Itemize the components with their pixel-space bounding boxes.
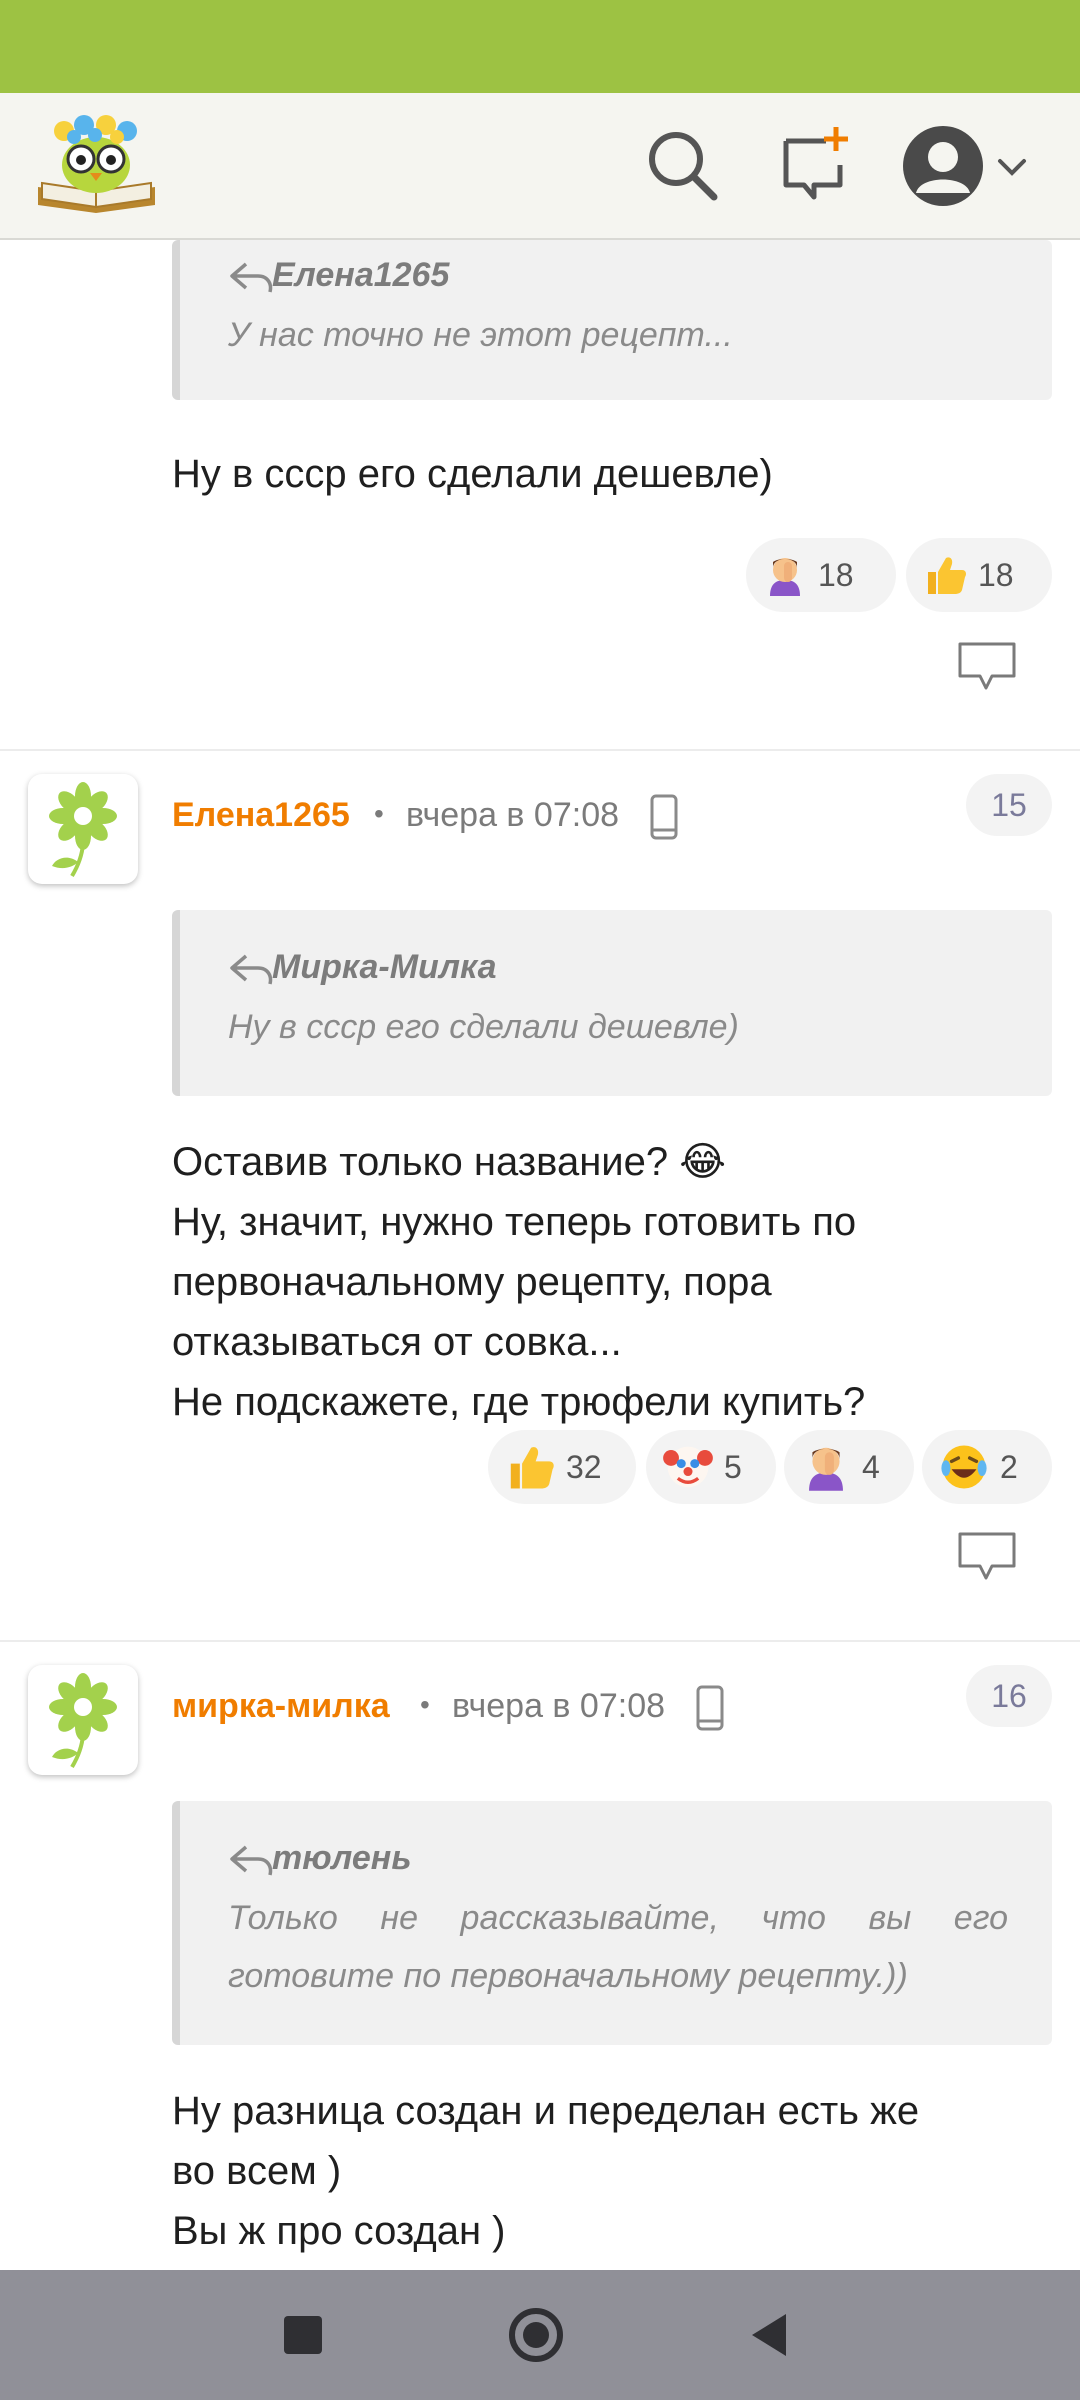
- system-nav-bar: [0, 2270, 1080, 2400]
- quote-author: тюлень: [272, 1839, 412, 1877]
- comment-text-line: Ну разница создан и переделан есть же: [172, 2089, 920, 2133]
- profile-icon: [903, 126, 983, 206]
- reaction-count: 18: [978, 556, 1014, 593]
- book-owl-flowers-logo[interactable]: [34, 109, 159, 219]
- quoted-reply[interactable]: Мирка-Милка Ну в ссср его сделали дешевл…: [172, 910, 1052, 1096]
- comment-text: Оставив только название? 😂 Ну, значит, н…: [172, 1132, 1052, 1432]
- reaction-count: 4: [862, 1448, 880, 1485]
- comment-list: Елена1265 У нас точно не этот рецепт... …: [0, 240, 1080, 2270]
- reaction-count: 2: [1000, 1448, 1018, 1485]
- comment-divider: [0, 1640, 1080, 1642]
- facepalm-emoji: [770, 558, 800, 596]
- comment-text-line: во всем ): [172, 2149, 342, 2193]
- laughing-tears-emoji: [941, 1445, 987, 1489]
- app-bar: [0, 93, 1080, 240]
- facepalm-emoji: [809, 1447, 843, 1491]
- reaction-thumbs-up[interactable]: 18: [906, 538, 1052, 612]
- quote-text: У нас точно не этот рецепт...: [228, 316, 733, 354]
- search-icon: [649, 132, 718, 201]
- avatar[interactable]: [28, 1665, 138, 1775]
- new-message-icon: [783, 127, 848, 200]
- mobile-device-icon: [696, 1685, 724, 1731]
- flower-avatar-icon: [49, 1673, 117, 1769]
- comment-text-line: Оставив только название? 😂: [172, 1140, 726, 1184]
- comment-number[interactable]: 15: [966, 774, 1052, 836]
- new-message-button[interactable]: [770, 121, 860, 211]
- quoted-reply[interactable]: тюлень Только не рассказывайте, что вы е…: [172, 1801, 1052, 2045]
- quoted-reply[interactable]: Елена1265 У нас точно не этот рецепт...: [172, 240, 1052, 400]
- comment-text-line: отказываться от совка...: [172, 1320, 622, 1364]
- meta-separator: •: [420, 1689, 430, 1720]
- reaction-facepalm[interactable]: 18: [746, 538, 896, 612]
- comment-text-line: Не подскажете, где трюфели купить?: [172, 1380, 866, 1424]
- search-button[interactable]: [638, 121, 728, 211]
- reply-button[interactable]: [956, 1530, 1018, 1584]
- comment-text-line: Ну, значит, нужно теперь готовить по: [172, 1200, 857, 1244]
- mobile-device-icon: [650, 794, 678, 840]
- recent-apps-icon[interactable]: [268, 2300, 338, 2370]
- thumbs-up-emoji: [928, 557, 966, 594]
- reaction-count: 32: [566, 1448, 602, 1485]
- status-bar: [0, 0, 1080, 93]
- reply-button[interactable]: [956, 640, 1018, 694]
- quote-text: Только не рассказывайте, что вы его гото…: [228, 1899, 1008, 1995]
- reply-arrow-icon: [230, 262, 273, 293]
- comment-divider: [0, 749, 1080, 751]
- comment-text: Ну в ссср его сделали дешевле): [172, 444, 1052, 504]
- author-name[interactable]: Елена1265: [172, 796, 350, 835]
- comment-text: Ну разница создан и переделан есть же во…: [172, 2081, 1052, 2261]
- back-icon[interactable]: [734, 2300, 804, 2370]
- avatar[interactable]: [28, 774, 138, 884]
- home-icon[interactable]: [501, 2300, 571, 2370]
- comment-time: вчера в 07:08: [452, 1687, 666, 1725]
- comment-text-line: Ну в ссср его сделали дешевле): [172, 452, 773, 496]
- reaction-thumbs-up[interactable]: 32: [488, 1430, 636, 1504]
- comment-text-line: первоначальному рецепту, пора: [172, 1260, 772, 1304]
- comment-number[interactable]: 16: [966, 1665, 1052, 1727]
- flower-avatar-icon: [49, 782, 117, 878]
- author-name[interactable]: мирка-милка: [172, 1687, 390, 1726]
- reaction-facepalm[interactable]: 4: [784, 1430, 914, 1504]
- quote-text: Ну в ссср его сделали дешевле): [228, 1008, 739, 1046]
- reply-arrow-icon: [230, 1845, 273, 1876]
- reaction-clown[interactable]: 5: [646, 1430, 776, 1504]
- thumbs-up-emoji: [510, 1447, 554, 1489]
- chevron-down-icon: [998, 159, 1026, 176]
- clown-emoji: [663, 1446, 713, 1488]
- reaction-count: 5: [724, 1448, 742, 1485]
- comment-text-line: Вы ж про создан ): [172, 2209, 506, 2253]
- reaction-laughing[interactable]: 2: [922, 1430, 1052, 1504]
- quote-author: Мирка-Милка: [272, 948, 497, 986]
- meta-separator: •: [374, 798, 384, 829]
- quote-author: Елена1265: [272, 256, 450, 294]
- reply-arrow-icon: [230, 954, 273, 985]
- comment-time: вчера в 07:08: [406, 796, 620, 834]
- reaction-count: 18: [818, 556, 854, 593]
- profile-menu-button[interactable]: [898, 121, 1038, 211]
